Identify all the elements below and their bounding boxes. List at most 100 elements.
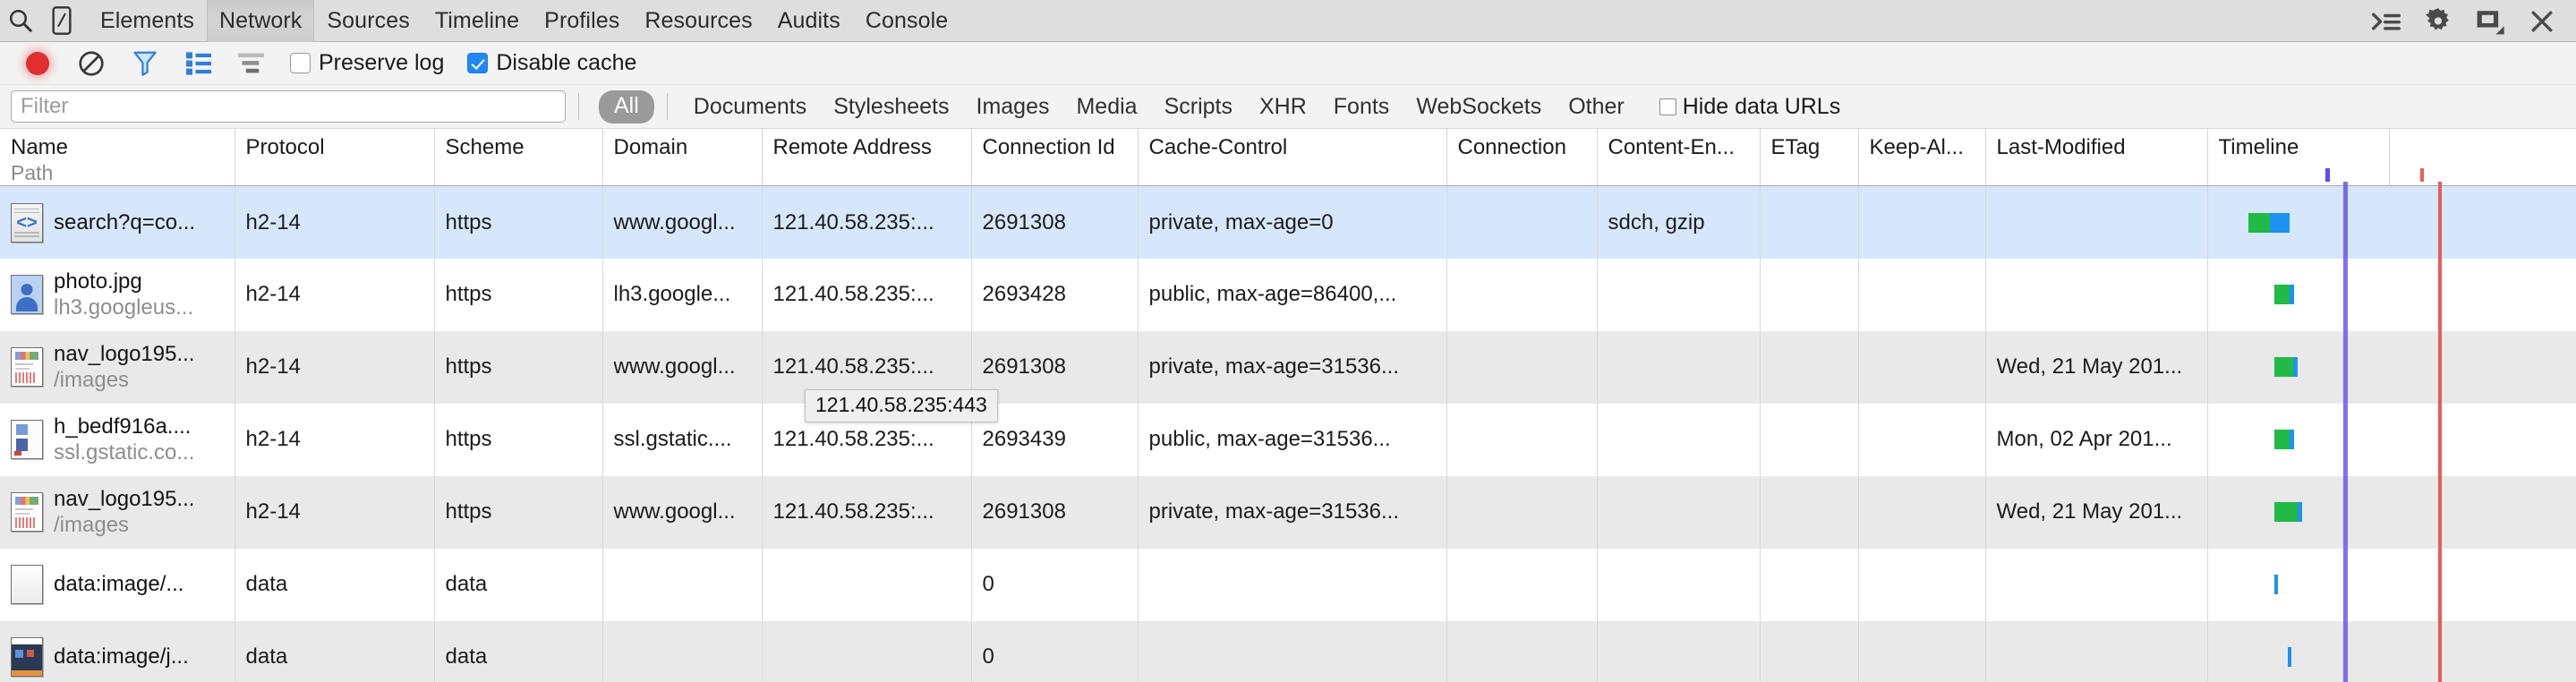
tab-timeline[interactable]: Timeline [422, 0, 532, 42]
cell-name[interactable]: data:image/... [0, 548, 235, 621]
filter-type-stylesheets[interactable]: Stylesheets [820, 92, 962, 122]
table-row[interactable]: nav_logo195... /images h2-14 https www.g… [0, 475, 2576, 549]
search-icon[interactable] [0, 0, 41, 41]
table-row[interactable]: data:image/j... data data 0 [0, 620, 2576, 682]
col-connection-id[interactable]: Connection Id [971, 129, 1139, 187]
disable-cache-box[interactable] [467, 53, 489, 73]
table-row[interactable]: data:image/... data data 0 [0, 548, 2576, 621]
tab-audits[interactable]: Audits [765, 0, 853, 42]
cell-domain: www.googl... [602, 330, 763, 404]
col-label: Content-En... [1608, 135, 1735, 159]
tab-network[interactable]: Network [207, 0, 315, 42]
hide-data-urls-box[interactable] [1659, 98, 1676, 115]
preserve-log-box[interactable] [290, 53, 311, 73]
filter-type-scripts[interactable]: Scripts [1151, 92, 1246, 122]
request-name: search?q=co... [54, 209, 196, 234]
filter-type-all[interactable]: All [599, 90, 654, 124]
waterfall-green-segment [2248, 212, 2270, 233]
cell-content-encoding [1597, 330, 1761, 404]
cell-domain: www.googl... [602, 475, 763, 549]
cell-cache-control [1138, 620, 1447, 682]
drawer-console-icon[interactable] [2361, 0, 2411, 42]
filter-type-images[interactable]: Images [963, 92, 1063, 122]
filter-bar: All Documents Stylesheets Images Media S… [0, 85, 2576, 129]
waterfall-green-segment [2273, 357, 2293, 378]
cell-etag [1760, 548, 1859, 621]
col-protocol[interactable]: Protocol [235, 129, 435, 187]
cell-name[interactable]: nav_logo195... /images [0, 475, 235, 549]
filter-type-fonts[interactable]: Fonts [1320, 92, 1403, 122]
cell-protocol: h2-14 [235, 403, 435, 476]
view-list-button[interactable] [172, 42, 226, 85]
col-cache-control[interactable]: Cache-Control [1138, 129, 1447, 187]
col-label: Timeline [2218, 135, 2299, 159]
cell-scheme: https [434, 403, 603, 476]
settings-gear-icon[interactable] [2413, 0, 2463, 42]
cell-connection [1446, 403, 1598, 476]
tab-resources[interactable]: Resources [632, 0, 764, 42]
tab-elements[interactable]: Elements [88, 0, 207, 42]
filter-input[interactable] [11, 90, 566, 123]
cell-timeline [2207, 620, 2576, 682]
col-name[interactable]: Name Path [0, 129, 235, 187]
disable-cache-checkbox[interactable]: Disable cache [467, 50, 636, 76]
cell-timeline [2207, 330, 2576, 404]
col-content-encoding[interactable]: Content-En... [1597, 129, 1761, 187]
col-domain[interactable]: Domain [602, 129, 763, 187]
device-toolbar-icon[interactable] [41, 0, 82, 41]
close-icon[interactable] [2517, 0, 2567, 42]
cell-etag [1760, 475, 1859, 549]
filter-type-websockets[interactable]: WebSockets [1403, 92, 1555, 122]
dock-side-icon[interactable] [2465, 0, 2515, 42]
clear-button[interactable] [64, 42, 118, 85]
col-scheme[interactable]: Scheme [434, 129, 603, 187]
filter-type-other[interactable]: Other [1555, 92, 1638, 122]
view-waterfall-button[interactable] [226, 42, 279, 85]
col-etag[interactable]: ETag [1760, 129, 1859, 187]
col-label: Connection Id [982, 135, 1115, 159]
table-row[interactable]: nav_logo195... /images h2-14 https www.g… [0, 330, 2576, 404]
cell-timeline [2207, 403, 2576, 476]
tab-label: Timeline [434, 7, 520, 33]
filter-button[interactable] [118, 42, 172, 85]
cell-timeline [2207, 185, 2576, 259]
request-path: /images [54, 368, 130, 393]
network-toolbar: Preserve log Disable cache [0, 42, 2576, 85]
tab-sources[interactable]: Sources [314, 0, 422, 42]
col-label: Last-Modified [1996, 135, 2126, 159]
cell-last-modified [1985, 185, 2208, 259]
cell-keep-alive [1858, 330, 1986, 404]
filter-type-documents[interactable]: Documents [680, 92, 820, 122]
filter-type-media[interactable]: Media [1062, 92, 1150, 122]
cell-content-encoding [1597, 258, 1761, 331]
col-label: Connection [1457, 135, 1566, 159]
col-connection[interactable]: Connection [1446, 129, 1598, 187]
cell-cache-control: private, max-age=0 [1138, 185, 1447, 259]
cell-name[interactable]: <> search?q=co... [0, 185, 235, 259]
cell-name[interactable]: nav_logo195... /images [0, 330, 235, 404]
request-path: ssl.gstatic.co... [54, 440, 195, 465]
col-remote-address[interactable]: Remote Address [762, 129, 972, 187]
cell-connection [1446, 475, 1598, 549]
waterfall-blue-segment [2289, 430, 2294, 450]
cell-name[interactable]: photo.jpg lh3.googleus... [0, 258, 235, 331]
network-requests-table: Name Path Protocol Scheme Domain Remote … [0, 129, 2576, 682]
tab-profiles[interactable]: Profiles [532, 0, 632, 42]
table-row[interactable]: h_bedf916a.... ssl.gstatic.co... h2-14 h… [0, 403, 2576, 476]
filter-type-xhr[interactable]: XHR [1246, 92, 1320, 122]
col-last-modified[interactable]: Last-Modified [1985, 129, 2208, 187]
cell-name[interactable]: data:image/j... [0, 620, 235, 682]
record-button[interactable] [11, 42, 64, 85]
tab-console[interactable]: Console [853, 0, 960, 42]
table-row[interactable]: photo.jpg lh3.googleus... h2-14 https lh… [0, 258, 2576, 331]
table-row[interactable]: <> search?q=co... h2-14 https www.googl.… [0, 185, 2576, 259]
cell-name[interactable]: h_bedf916a.... ssl.gstatic.co... [0, 403, 235, 476]
col-timeline[interactable]: Timeline [2207, 129, 2390, 187]
network-table-wrap: Name Path Protocol Scheme Domain Remote … [0, 129, 2576, 682]
hide-data-urls-checkbox[interactable]: Hide data URLs [1659, 94, 1840, 120]
cell-scheme: https [434, 330, 603, 404]
preserve-log-checkbox[interactable]: Preserve log [290, 50, 444, 76]
cell-connection-id: 0 [971, 548, 1139, 621]
cell-domain [602, 548, 763, 621]
col-keep-alive[interactable]: Keep-Al... [1858, 129, 1986, 187]
